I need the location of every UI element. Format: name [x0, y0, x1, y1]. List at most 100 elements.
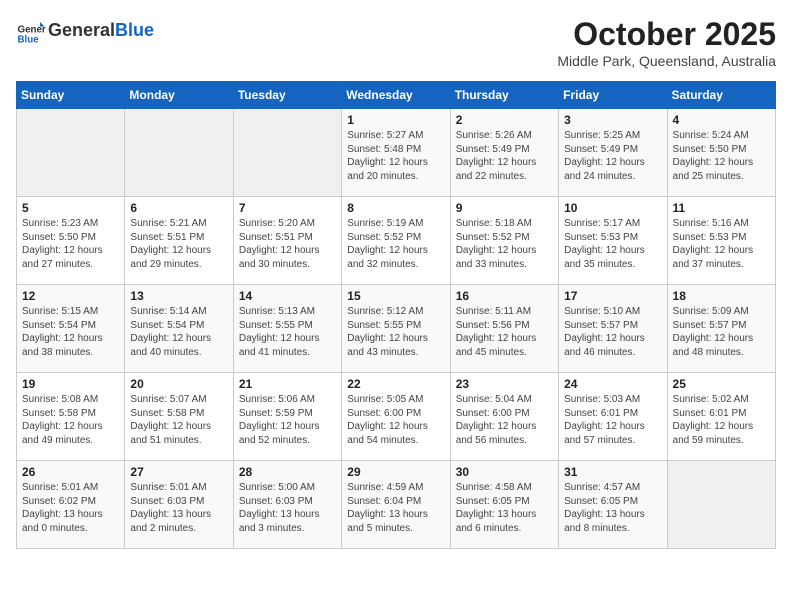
calendar-cell: 27 Sunrise: 5:01 AM Sunset: 6:03 PM Dayli… — [125, 461, 233, 549]
day-number: 10 — [564, 201, 661, 215]
calendar-cell: 1 Sunrise: 5:27 AM Sunset: 5:48 PM Daylig… — [342, 109, 450, 197]
day-info: Sunrise: 5:08 AM Sunset: 5:58 PM Dayligh… — [22, 393, 119, 447]
day-number: 22 — [347, 377, 444, 391]
calendar-week-row: 19 Sunrise: 5:08 AM Sunset: 5:58 PM Dayli… — [17, 373, 776, 461]
day-number: 4 — [673, 113, 770, 127]
day-number: 11 — [673, 201, 770, 215]
logo-blue: Blue — [115, 20, 154, 40]
day-info: Sunrise: 5:06 AM Sunset: 5:59 PM Dayligh… — [239, 393, 336, 447]
calendar-cell: 3 Sunrise: 5:25 AM Sunset: 5:49 PM Daylig… — [559, 109, 667, 197]
day-info: Sunrise: 5:18 AM Sunset: 5:52 PM Dayligh… — [456, 217, 553, 271]
calendar-table: SundayMondayTuesdayWednesdayThursdayFrid… — [16, 81, 776, 549]
calendar-cell: 15Sunrise: 5:12 AM Sunset: 5:55 PM Dayli… — [342, 285, 450, 373]
calendar-cell: 6 Sunrise: 5:21 AM Sunset: 5:51 PM Daylig… — [125, 197, 233, 285]
day-info: Sunrise: 5:24 AM Sunset: 5:50 PM Dayligh… — [673, 129, 770, 183]
calendar-cell: 17Sunrise: 5:10 AM Sunset: 5:57 PM Dayli… — [559, 285, 667, 373]
title-block: October 2025 Middle Park, Queensland, Au… — [557, 16, 776, 69]
day-info: Sunrise: 5:13 AM Sunset: 5:55 PM Dayligh… — [239, 305, 336, 359]
day-info: Sunrise: 5:02 AM Sunset: 6:01 PM Dayligh… — [673, 393, 770, 447]
calendar-cell: 12 Sunrise: 5:15 AM Sunset: 5:54 PM Dayli… — [17, 285, 125, 373]
day-number: 27 — [130, 465, 227, 479]
day-number: 8 — [347, 201, 444, 215]
svg-text:Blue: Blue — [18, 34, 40, 45]
day-number: 18 — [673, 289, 770, 303]
weekday-header: Thursday — [450, 82, 558, 109]
day-info: Sunrise: 5:12 AM Sunset: 5:55 PM Dayligh… — [347, 305, 444, 359]
calendar-week-row: 1 Sunrise: 5:27 AM Sunset: 5:48 PM Daylig… — [17, 109, 776, 197]
day-number: 1 — [347, 113, 444, 127]
day-info: Sunrise: 5:20 AM Sunset: 5:51 PM Dayligh… — [239, 217, 336, 271]
day-info: Sunrise: 5:00 AM Sunset: 6:03 PM Dayligh… — [239, 481, 336, 535]
day-number: 28 — [239, 465, 336, 479]
day-info: Sunrise: 4:59 AM Sunset: 6:04 PM Dayligh… — [347, 481, 444, 535]
day-number: 26 — [22, 465, 119, 479]
weekday-header-row: SundayMondayTuesdayWednesdayThursdayFrid… — [17, 82, 776, 109]
day-info: Sunrise: 5:09 AM Sunset: 5:57 PM Dayligh… — [673, 305, 770, 359]
day-number: 12 — [22, 289, 119, 303]
calendar-cell: 14 Sunrise: 5:13 AM Sunset: 5:55 PM Dayli… — [233, 285, 341, 373]
weekday-header: Sunday — [17, 82, 125, 109]
day-number: 6 — [130, 201, 227, 215]
calendar-cell: 4 Sunrise: 5:24 AM Sunset: 5:50 PM Daylig… — [667, 109, 775, 197]
calendar-cell: 19 Sunrise: 5:08 AM Sunset: 5:58 PM Dayli… — [17, 373, 125, 461]
calendar-cell — [125, 109, 233, 197]
day-number: 16 — [456, 289, 553, 303]
day-number: 24 — [564, 377, 661, 391]
weekday-header: Friday — [559, 82, 667, 109]
day-number: 21 — [239, 377, 336, 391]
weekday-header: Monday — [125, 82, 233, 109]
day-info: Sunrise: 5:16 AM Sunset: 5:53 PM Dayligh… — [673, 217, 770, 271]
day-number: 3 — [564, 113, 661, 127]
calendar-week-row: 5 Sunrise: 5:23 AM Sunset: 5:50 PM Daylig… — [17, 197, 776, 285]
calendar-cell — [17, 109, 125, 197]
calendar-cell: 22Sunrise: 5:05 AM Sunset: 6:00 PM Dayli… — [342, 373, 450, 461]
location: Middle Park, Queensland, Australia — [557, 53, 776, 69]
logo-icon: General Blue — [16, 16, 46, 46]
logo-text: GeneralBlue — [48, 21, 154, 41]
calendar-cell: 7 Sunrise: 5:20 AM Sunset: 5:51 PM Daylig… — [233, 197, 341, 285]
calendar-cell: 10 Sunrise: 5:17 AM Sunset: 5:53 PM Dayli… — [559, 197, 667, 285]
page-header: General Blue GeneralBlue October 2025 Mi… — [16, 16, 776, 69]
day-number: 13 — [130, 289, 227, 303]
calendar-cell: 16 Sunrise: 5:11 AM Sunset: 5:56 PM Dayli… — [450, 285, 558, 373]
day-info: Sunrise: 5:15 AM Sunset: 5:54 PM Dayligh… — [22, 305, 119, 359]
calendar-cell: 2Sunrise: 5:26 AM Sunset: 5:49 PM Daylig… — [450, 109, 558, 197]
calendar-cell: 23Sunrise: 5:04 AM Sunset: 6:00 PM Dayli… — [450, 373, 558, 461]
day-number: 19 — [22, 377, 119, 391]
calendar-cell: 11 Sunrise: 5:16 AM Sunset: 5:53 PM Dayli… — [667, 197, 775, 285]
calendar-cell: 28 Sunrise: 5:00 AM Sunset: 6:03 PM Dayli… — [233, 461, 341, 549]
calendar-cell: 20Sunrise: 5:07 AM Sunset: 5:58 PM Dayli… — [125, 373, 233, 461]
calendar-week-row: 12 Sunrise: 5:15 AM Sunset: 5:54 PM Dayli… — [17, 285, 776, 373]
day-number: 14 — [239, 289, 336, 303]
weekday-header: Wednesday — [342, 82, 450, 109]
day-number: 2 — [456, 113, 553, 127]
day-info: Sunrise: 4:58 AM Sunset: 6:05 PM Dayligh… — [456, 481, 553, 535]
calendar-week-row: 26 Sunrise: 5:01 AM Sunset: 6:02 PM Dayli… — [17, 461, 776, 549]
day-info: Sunrise: 5:01 AM Sunset: 6:02 PM Dayligh… — [22, 481, 119, 535]
day-info: Sunrise: 4:57 AM Sunset: 6:05 PM Dayligh… — [564, 481, 661, 535]
day-info: Sunrise: 5:21 AM Sunset: 5:51 PM Dayligh… — [130, 217, 227, 271]
day-info: Sunrise: 5:01 AM Sunset: 6:03 PM Dayligh… — [130, 481, 227, 535]
calendar-cell: 31Sunrise: 4:57 AM Sunset: 6:05 PM Dayli… — [559, 461, 667, 549]
calendar-cell: 8Sunrise: 5:19 AM Sunset: 5:52 PM Daylig… — [342, 197, 450, 285]
calendar-cell: 21 Sunrise: 5:06 AM Sunset: 5:59 PM Dayli… — [233, 373, 341, 461]
calendar-cell: 18 Sunrise: 5:09 AM Sunset: 5:57 PM Dayli… — [667, 285, 775, 373]
weekday-header: Tuesday — [233, 82, 341, 109]
day-info: Sunrise: 5:11 AM Sunset: 5:56 PM Dayligh… — [456, 305, 553, 359]
calendar-cell: 9 Sunrise: 5:18 AM Sunset: 5:52 PM Daylig… — [450, 197, 558, 285]
day-info: Sunrise: 5:17 AM Sunset: 5:53 PM Dayligh… — [564, 217, 661, 271]
day-info: Sunrise: 5:27 AM Sunset: 5:48 PM Dayligh… — [347, 129, 444, 183]
day-info: Sunrise: 5:25 AM Sunset: 5:49 PM Dayligh… — [564, 129, 661, 183]
day-number: 9 — [456, 201, 553, 215]
calendar-cell: 24Sunrise: 5:03 AM Sunset: 6:01 PM Dayli… — [559, 373, 667, 461]
day-info: Sunrise: 5:04 AM Sunset: 6:00 PM Dayligh… — [456, 393, 553, 447]
day-info: Sunrise: 5:23 AM Sunset: 5:50 PM Dayligh… — [22, 217, 119, 271]
calendar-cell: 29 Sunrise: 4:59 AM Sunset: 6:04 PM Dayli… — [342, 461, 450, 549]
day-number: 7 — [239, 201, 336, 215]
day-number: 29 — [347, 465, 444, 479]
day-info: Sunrise: 5:14 AM Sunset: 5:54 PM Dayligh… — [130, 305, 227, 359]
logo-general: General — [48, 20, 115, 40]
month-title: October 2025 — [557, 16, 776, 53]
day-number: 5 — [22, 201, 119, 215]
calendar-cell: 5 Sunrise: 5:23 AM Sunset: 5:50 PM Daylig… — [17, 197, 125, 285]
